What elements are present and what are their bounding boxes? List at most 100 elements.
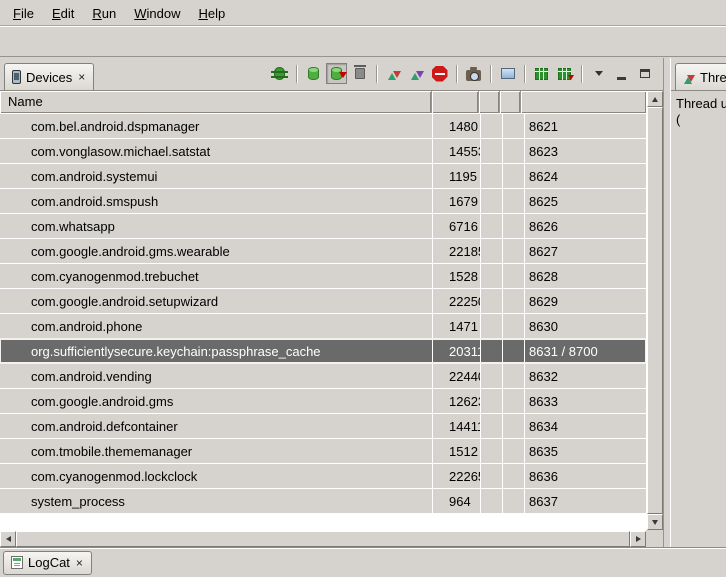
view-menu-icon[interactable] bbox=[588, 63, 609, 84]
cell-blank2 bbox=[503, 489, 524, 513]
table-row[interactable]: com.google.android.gms.wearable 22185 86… bbox=[0, 239, 646, 263]
view-hierarchy-icon[interactable] bbox=[497, 63, 518, 84]
cell-blank1 bbox=[481, 214, 502, 238]
table-row[interactable]: com.whatsapp 6716 8626 bbox=[0, 214, 646, 238]
cell-blank2 bbox=[503, 464, 524, 488]
update-threads-icon[interactable] bbox=[383, 63, 404, 84]
cell-port: 8623 bbox=[525, 139, 646, 163]
toolbar-separator bbox=[376, 65, 377, 83]
toolbar-separator bbox=[524, 65, 525, 83]
cell-port: 8633 bbox=[525, 389, 646, 413]
capture-systrace-icon[interactable] bbox=[531, 63, 552, 84]
close-icon[interactable]: × bbox=[77, 70, 86, 84]
cell-process-name: com.bel.android.dspmanager bbox=[0, 114, 432, 138]
cell-pid: 22265 bbox=[433, 464, 480, 488]
table-row[interactable]: com.android.defcontainer 14411 8634 bbox=[0, 414, 646, 438]
cell-blank2 bbox=[503, 139, 524, 163]
cell-port: 8636 bbox=[525, 464, 646, 488]
table-row[interactable]: com.tmobile.thememanager 1512 8635 bbox=[0, 439, 646, 463]
cell-pid: 14553 bbox=[433, 139, 480, 163]
tab-devices[interactable]: Devices × bbox=[4, 63, 94, 90]
vertical-scroll-thumb[interactable] bbox=[647, 107, 663, 514]
cell-port: 8630 bbox=[525, 314, 646, 338]
close-icon[interactable]: × bbox=[75, 556, 84, 570]
tab-threads[interactable]: Threads bbox=[675, 63, 726, 90]
table-row[interactable]: org.sufficientlysecure.keychain:passphra… bbox=[0, 339, 646, 363]
main-toolbar bbox=[0, 26, 726, 57]
column-header-name[interactable]: Name bbox=[0, 91, 432, 113]
cell-process-name: com.vonglasow.michael.satstat bbox=[0, 139, 432, 163]
column-header-pid[interactable] bbox=[432, 91, 479, 113]
method-profiling-icon[interactable] bbox=[554, 63, 575, 84]
cell-blank1 bbox=[481, 464, 502, 488]
cell-blank1 bbox=[481, 289, 502, 313]
column-header-blank2[interactable] bbox=[500, 91, 521, 113]
menu-item[interactable]: File bbox=[4, 2, 43, 24]
tab-logcat-label: LogCat bbox=[28, 555, 70, 570]
cell-port: 8629 bbox=[525, 289, 646, 313]
cell-blank1 bbox=[481, 339, 502, 363]
table-row[interactable]: com.android.systemui 1195 8624 bbox=[0, 164, 646, 188]
cell-blank1 bbox=[481, 264, 502, 288]
menu-item[interactable]: Edit bbox=[43, 2, 83, 24]
horizontal-scrollbar[interactable] bbox=[0, 530, 646, 547]
menu-item[interactable]: Help bbox=[189, 2, 234, 24]
cell-port: 8632 bbox=[525, 364, 646, 388]
table-row[interactable]: com.google.android.setupwizard 22250 862… bbox=[0, 289, 646, 313]
minimize-icon[interactable] bbox=[611, 63, 632, 84]
stop-monitoring-icon[interactable] bbox=[406, 63, 427, 84]
cell-pid: 1512 bbox=[433, 439, 480, 463]
column-header-blank1[interactable] bbox=[479, 91, 500, 113]
table-row[interactable]: com.cyanogenmod.trebuchet 1528 8628 bbox=[0, 264, 646, 288]
devices-toolbar bbox=[269, 63, 655, 84]
cell-pid: 1679 bbox=[433, 189, 480, 213]
maximize-icon[interactable] bbox=[634, 63, 655, 84]
cell-pid: 22185 bbox=[433, 239, 480, 263]
table-row[interactable]: com.bel.android.dspmanager 1480 8621 bbox=[0, 114, 646, 138]
cell-port: 8621 bbox=[525, 114, 646, 138]
cell-port: 8634 bbox=[525, 414, 646, 438]
scroll-right-icon[interactable] bbox=[630, 531, 646, 547]
table-row[interactable]: com.android.phone 1471 8630 bbox=[0, 314, 646, 338]
debug-process-icon[interactable] bbox=[269, 63, 290, 84]
table-row[interactable]: com.android.vending 22440 8632 bbox=[0, 364, 646, 388]
table-row[interactable]: com.android.smspush 1679 8625 bbox=[0, 189, 646, 213]
cell-process-name: com.cyanogenmod.lockclock bbox=[0, 464, 432, 488]
horizontal-scroll-thumb[interactable] bbox=[16, 531, 630, 547]
scroll-left-icon[interactable] bbox=[0, 531, 16, 547]
cell-blank1 bbox=[481, 239, 502, 263]
cell-blank2 bbox=[503, 164, 524, 188]
table-row[interactable]: com.google.android.gms 12623 8633 bbox=[0, 389, 646, 413]
vertical-scrollbar[interactable] bbox=[646, 91, 663, 530]
cell-process-name: org.sufficientlysecure.keychain:passphra… bbox=[0, 339, 432, 363]
cell-process-name: com.whatsapp bbox=[0, 214, 432, 238]
table-header: Name bbox=[0, 91, 646, 113]
scroll-up-icon[interactable] bbox=[647, 91, 663, 107]
cell-blank1 bbox=[481, 414, 502, 438]
column-header-port[interactable] bbox=[521, 91, 646, 113]
scroll-down-icon[interactable] bbox=[647, 514, 663, 530]
cell-pid: 20311 bbox=[433, 339, 480, 363]
menu-item[interactable]: Run bbox=[83, 2, 125, 24]
cell-process-name: com.google.android.setupwizard bbox=[0, 289, 432, 313]
cell-blank2 bbox=[503, 214, 524, 238]
cell-port: 8625 bbox=[525, 189, 646, 213]
table-row[interactable]: system_process 964 8637 bbox=[0, 489, 646, 513]
cause-gc-icon[interactable] bbox=[349, 63, 370, 84]
threads-tabbar: Threads bbox=[671, 58, 726, 91]
screen-capture-icon[interactable] bbox=[463, 63, 484, 84]
stop-process-icon[interactable] bbox=[429, 63, 450, 84]
cell-blank2 bbox=[503, 314, 524, 338]
tab-logcat[interactable]: LogCat × bbox=[3, 551, 92, 575]
cell-process-name: com.android.systemui bbox=[0, 164, 432, 188]
table-row[interactable]: com.vonglasow.michael.satstat 14553 8623 bbox=[0, 139, 646, 163]
dump-hprof-icon[interactable] bbox=[326, 63, 347, 84]
cell-blank2 bbox=[503, 264, 524, 288]
cell-port: 8626 bbox=[525, 214, 646, 238]
table-row[interactable]: com.cyanogenmod.lockclock 22265 8636 bbox=[0, 464, 646, 488]
update-heap-icon[interactable] bbox=[303, 63, 324, 84]
cell-port: 8628 bbox=[525, 264, 646, 288]
toolbar-separator bbox=[296, 65, 297, 83]
cell-port: 8631 / 8700 bbox=[525, 339, 646, 363]
menu-item[interactable]: Window bbox=[125, 2, 189, 24]
